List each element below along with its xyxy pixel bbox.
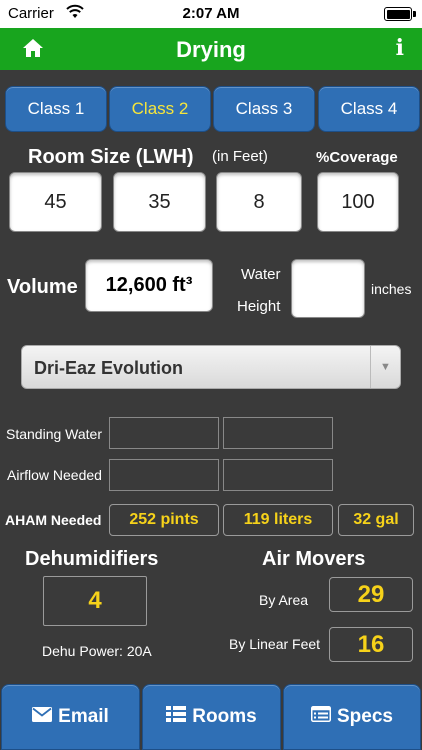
air-movers-by-linear-feet: 16 bbox=[329, 627, 413, 662]
envelope-icon bbox=[32, 706, 53, 728]
chevron-down-icon: ▼ bbox=[370, 346, 400, 388]
battery-icon bbox=[384, 7, 416, 21]
coverage-label: %Coverage bbox=[316, 149, 398, 166]
dehu-power-label: Dehu Power: 20A bbox=[42, 643, 152, 659]
inches-label: inches bbox=[371, 281, 412, 297]
coverage-input[interactable]: 100 bbox=[317, 172, 399, 232]
airflow-needed-label: Airflow Needed bbox=[7, 467, 102, 483]
standing-water-label: Standing Water bbox=[6, 426, 102, 442]
air-movers-by-area: 29 bbox=[329, 577, 413, 612]
email-button[interactable]: Email bbox=[1, 684, 140, 750]
page-title: Drying bbox=[176, 37, 246, 62]
rooms-button[interactable]: Rooms bbox=[142, 684, 281, 750]
airflow-needed-value-b bbox=[223, 459, 333, 491]
aham-gallons: 32 gal bbox=[338, 504, 414, 536]
tab-class-4[interactable]: Class 4 bbox=[318, 86, 420, 132]
status-bar: Carrier 2:07 AM bbox=[0, 0, 422, 28]
air-movers-title: Air Movers bbox=[262, 548, 366, 570]
height-label: Height bbox=[237, 298, 281, 315]
by-area-label: By Area bbox=[259, 592, 309, 608]
water-height-input[interactable] bbox=[291, 259, 365, 318]
airflow-needed-value-a bbox=[109, 459, 219, 491]
info-icon[interactable]: i bbox=[396, 35, 404, 61]
aham-pints: 252 pints bbox=[109, 504, 219, 536]
specs-button[interactable]: Specs bbox=[283, 684, 421, 750]
room-size-label: Room Size (LWH) bbox=[28, 146, 194, 168]
volume-label: Volume bbox=[7, 276, 78, 298]
dehumidifier-count: 4 bbox=[43, 576, 147, 626]
standing-water-value-a bbox=[109, 417, 219, 449]
specs-button-label: Specs bbox=[337, 706, 393, 727]
list-icon bbox=[166, 706, 187, 728]
dehumidifier-select-value: Dri-Eaz Evolution bbox=[34, 358, 184, 378]
email-button-label: Email bbox=[58, 706, 109, 727]
tab-class-3[interactable]: Class 3 bbox=[213, 86, 315, 132]
by-linear-feet-label: By Linear Feet bbox=[229, 636, 321, 652]
clock: 2:07 AM bbox=[182, 5, 240, 22]
width-input[interactable]: 35 bbox=[113, 172, 206, 232]
aham-needed-label: AHAM Needed bbox=[5, 512, 102, 528]
water-label: Water bbox=[241, 266, 281, 283]
room-units-label: (in Feet) bbox=[212, 148, 268, 165]
rooms-button-label: Rooms bbox=[192, 706, 257, 727]
tab-class-1[interactable]: Class 1 bbox=[5, 86, 107, 132]
specs-icon bbox=[311, 706, 331, 728]
height-input[interactable]: 8 bbox=[216, 172, 302, 232]
nav-bar: Drying i bbox=[0, 28, 422, 70]
dehumidifiers-title: Dehumidifiers bbox=[25, 548, 159, 570]
tab-class-2[interactable]: Class 2 bbox=[109, 86, 211, 132]
aham-liters: 119 liters bbox=[223, 504, 333, 536]
volume-value: 12,600 ft³ bbox=[85, 259, 213, 312]
standing-water-value-b bbox=[223, 417, 333, 449]
length-input[interactable]: 45 bbox=[9, 172, 102, 232]
dehumidifier-select[interactable]: Dri-Eaz Evolution ▼ bbox=[21, 345, 401, 389]
